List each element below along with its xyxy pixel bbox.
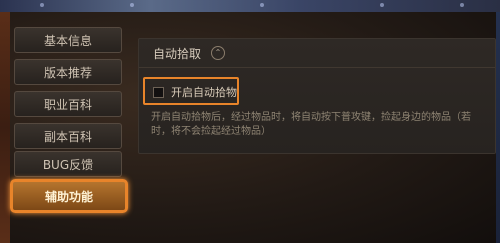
auto-pickup-checkbox[interactable] [153, 87, 164, 98]
left-decorative-edge [0, 12, 10, 243]
sidebar-item-assist-functions[interactable]: 辅助功能 [10, 179, 128, 213]
game-window: 基本信息 版本推荐 职业百科 副本百科 BUG反馈 辅助功能 自动拾取 ⌃ 开启… [0, 0, 500, 243]
section-title: 自动拾取 [153, 47, 202, 61]
sidebar-item-version-recommend[interactable]: 版本推荐 [14, 59, 122, 85]
right-decorative-edge [496, 12, 500, 243]
chevron-up-icon[interactable]: ⌃ [211, 46, 225, 60]
sidebar-nav: 基本信息 版本推荐 职业百科 副本百科 BUG反馈 辅助功能 [10, 24, 130, 224]
option-description: 开启自动拾物后，经过物品时，将自动按下普攻键，捡起身边的物品（若时，将不会捡起经… [151, 112, 471, 137]
assist-settings-panel: 自动拾取 ⌃ 开启自动拾物 开启自动拾物后，经过物品时，将自动按下普攻键，捡起身… [138, 38, 496, 154]
sidebar-item-basic-info[interactable]: 基本信息 [14, 27, 122, 53]
top-decorative-strip [0, 0, 500, 12]
section-header: 自动拾取 ⌃ [139, 39, 495, 68]
sidebar-item-class-wiki[interactable]: 职业百科 [14, 91, 122, 117]
auto-pickup-option[interactable]: 开启自动拾物 [143, 77, 239, 105]
sidebar-item-bug-report[interactable]: BUG反馈 [14, 151, 122, 177]
sidebar-item-dungeon-wiki[interactable]: 副本百科 [14, 123, 122, 149]
auto-pickup-label: 开启自动拾物 [171, 86, 237, 99]
